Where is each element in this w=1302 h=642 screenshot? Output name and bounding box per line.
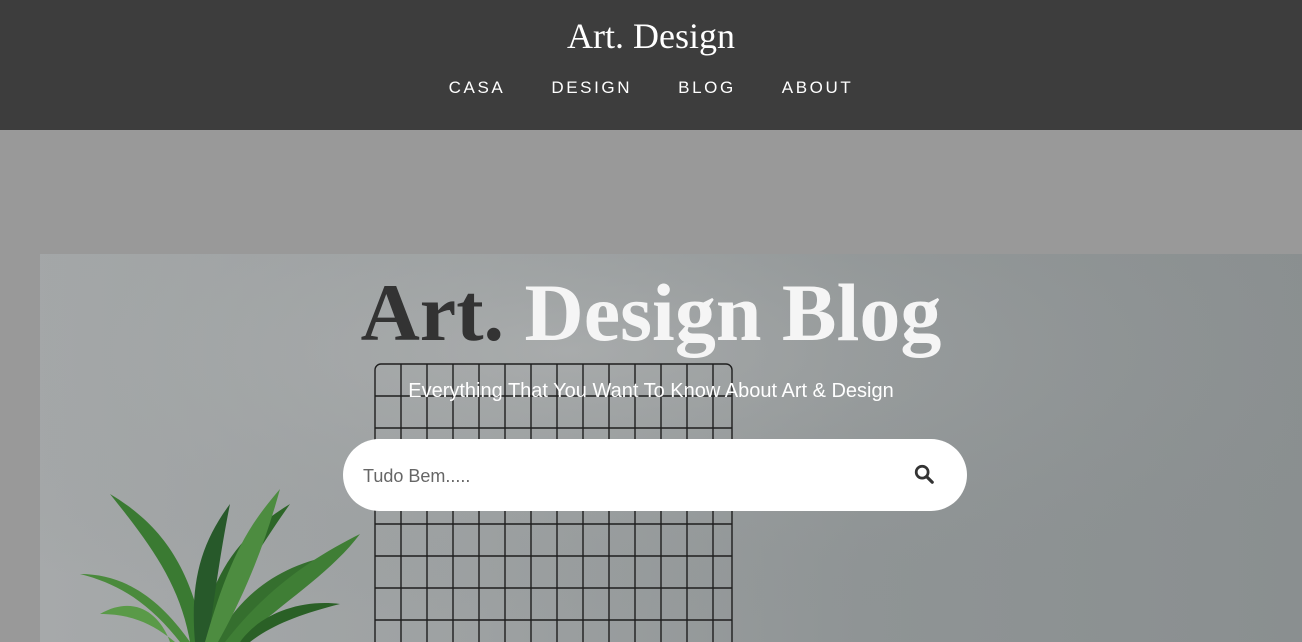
hero-title: Art. Design Blog — [0, 268, 1302, 358]
hero-subtitle: Everything That You Want To Know About A… — [408, 380, 894, 402]
nav-item-blog[interactable]: BLOG — [655, 76, 759, 100]
hero-title-light: Design Blog — [524, 267, 942, 358]
search-icon — [914, 464, 934, 484]
site-header: Art. Design CASA DESIGN BLOG ABOUT — [0, 0, 1302, 130]
nav-item-design[interactable]: DESIGN — [528, 76, 655, 100]
nav-item-casa[interactable]: CASA — [426, 76, 529, 100]
hero-title-dark: Art. — [360, 267, 505, 358]
site-title[interactable]: Art. Design — [0, 14, 1302, 58]
nav-item-about[interactable]: ABOUT — [759, 76, 877, 100]
search-box — [343, 439, 967, 511]
main-nav: CASA DESIGN BLOG ABOUT — [0, 76, 1302, 100]
search-button[interactable] — [905, 461, 943, 489]
search-input[interactable] — [361, 457, 885, 495]
